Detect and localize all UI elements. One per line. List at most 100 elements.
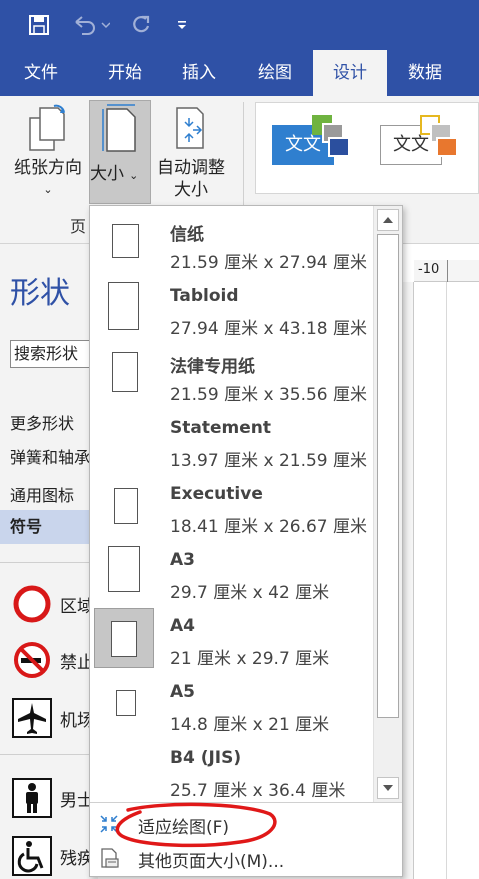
chevron-up-icon [383,217,393,223]
theme-2[interactable]: 文文 [374,111,466,185]
size-option-executive[interactable]: Executive 18.41 厘米 x 26.67 厘米 [90,476,373,542]
page-edge [446,282,447,879]
size-option-a3[interactable]: A3 29.7 厘米 x 42 厘米 [90,542,373,608]
page-thumbnail [94,542,154,602]
tab-file[interactable]: 文件 [8,50,74,96]
size-option-b4-jis[interactable]: B4 (JIS) 25.7 厘米 x 36.4 厘米 [90,740,373,802]
size-option-a4[interactable]: A4 21 厘米 x 29.7 厘米 [90,608,373,674]
shapes-pane: 形状 搜索形状 更多形状 弹簧和轴承 通用图标 符号 区域 禁止吸烟 机场 男士… [0,244,98,879]
page-thumbnail [94,344,154,404]
size-name: A4 [170,616,195,636]
size-dimensions: 21.59 厘米 x 35.56 厘米 [170,385,368,405]
search-input[interactable]: 搜索形状 [10,340,98,368]
fit-to-drawing-item[interactable]: 适应绘图(F) [90,807,402,841]
size-button[interactable]: 大小 ⌄ [89,100,151,204]
chevron-down-icon: ⌄ [129,169,139,182]
size-dimensions: 29.7 厘米 x 42 厘米 [170,583,330,603]
size-name: B4 (JIS) [170,748,242,768]
page-size-dropdown: 信纸 21.59 厘米 x 27.94 厘米 Tabloid 27.94 厘米 … [89,205,403,877]
theme-1-swatch [328,137,350,157]
more-shapes-item[interactable]: 更多形状 [10,410,98,434]
size-option-a5[interactable]: A5 14.8 厘米 x 21 厘米 [90,674,373,740]
pane-divider [0,562,98,563]
page-thumbnail [94,674,154,734]
size-dimensions: 21.59 厘米 x 27.94 厘米 [170,253,368,273]
orientation-button[interactable]: 纸张方向 ⌄ [8,104,88,201]
size-option-letter[interactable]: 信纸 21.59 厘米 x 27.94 厘米 [90,212,373,278]
page-size-icon [102,104,136,152]
tab-insert[interactable]: 插入 [166,50,232,96]
size-option-tabloid[interactable]: Tabloid 27.94 厘米 x 43.18 厘米 [90,278,373,344]
tab-data[interactable]: 数据 [392,50,458,96]
undo-icon[interactable] [68,12,112,38]
size-dimensions: 25.7 厘米 x 36.4 厘米 [170,781,346,801]
stencil-item-icons[interactable]: 通用图标 [10,482,98,506]
size-dimensions: 13.97 厘米 x 21.59 厘米 [170,451,368,471]
size-dimensions: 27.94 厘米 x 43.18 厘米 [170,319,368,339]
tab-design[interactable]: 设计 [313,50,387,96]
no-smoking-icon [14,642,50,678]
horizontal-ruler: -10 [414,260,479,282]
page-setup-group-label: 页 [70,217,87,236]
shape-item[interactable]: 禁止吸烟 [12,640,98,680]
page-thumbnail [94,278,154,338]
shape-item[interactable]: 残疾人 [12,836,98,876]
save-icon[interactable] [24,12,54,38]
title-bar [0,0,479,50]
themes-gallery: 文文 文文 [255,102,479,194]
more-page-sizes-item[interactable]: 其他页面大小(M)... [90,841,402,875]
size-name: A5 [170,682,195,702]
orientation-icon [29,104,65,151]
page-thumbnail [94,212,154,272]
scroll-down-button[interactable] [377,777,399,799]
dropdown-scrollbar[interactable] [373,206,402,802]
scroll-thumb[interactable] [377,234,399,718]
autofit-icon [176,107,204,149]
shape-item[interactable]: 机场 [12,698,98,738]
stencil-item-symbols[interactable]: 符号 [0,510,98,544]
page-thumbnail [94,608,154,668]
autofit-button[interactable]: 自动调整 大小 [150,104,232,201]
theme-2-swatch [436,137,458,157]
size-option-legal[interactable]: 法律专用纸 21.59 厘米 x 35.56 厘米 [90,344,373,410]
size-name: 法律专用纸 [170,357,255,377]
shape-item[interactable]: 男士 [12,778,98,818]
page-thumbnail [94,410,154,470]
size-dimensions: 21 厘米 x 29.7 厘米 [170,649,330,669]
no-entry-circle-icon [13,585,51,623]
size-dimensions: 14.8 厘米 x 21 厘米 [170,715,330,735]
dropdown-footer: 适应绘图(F) 其他页面大小(M)... [90,802,402,876]
airplane-icon [12,698,52,738]
tab-draw[interactable]: 绘图 [242,50,308,96]
page-thumbnail [94,476,154,536]
scroll-up-button[interactable] [377,209,399,231]
theme-1[interactable]: 文文 [266,111,358,185]
ruler-tick [447,260,448,282]
shapes-pane-title: 形状 [10,276,70,311]
orientation-label: 纸张方向 [14,158,82,178]
ruler-tick-label: -10 [418,262,440,277]
size-dimensions: 18.41 厘米 x 26.67 厘米 [170,517,368,537]
page-setup-icon [101,848,119,868]
size-option-statement[interactable]: Statement 13.97 厘米 x 21.59 厘米 [90,410,373,476]
fit-to-drawing-icon [100,815,118,833]
tab-home[interactable]: 开始 [92,50,158,96]
more-page-sizes-label: 其他页面大小(M)... [138,852,285,872]
size-name: Statement [170,418,271,438]
chevron-down-icon [383,785,393,791]
page-size-list: 信纸 21.59 厘米 x 27.94 厘米 Tabloid 27.94 厘米 … [90,206,373,802]
page-thumbnail [94,740,154,800]
autofit-label: 自动调整 [157,158,225,178]
pane-divider [0,754,98,755]
fit-to-drawing-label: 适应绘图(F) [138,818,230,838]
size-name: Tabloid [170,286,239,306]
size-name: Executive [170,484,263,504]
redo-icon[interactable] [126,12,156,38]
size-name: A3 [170,550,195,570]
customize-qat-icon[interactable] [172,12,192,38]
size-name: 信纸 [170,225,204,245]
stencil-item-springs[interactable]: 弹簧和轴承 [10,444,98,468]
chevron-down-icon: ⌄ [43,183,53,196]
ribbon-tabs: 文件 开始 插入 绘图 设计 数据 [0,50,479,96]
shape-item[interactable]: 区域 [12,584,98,624]
